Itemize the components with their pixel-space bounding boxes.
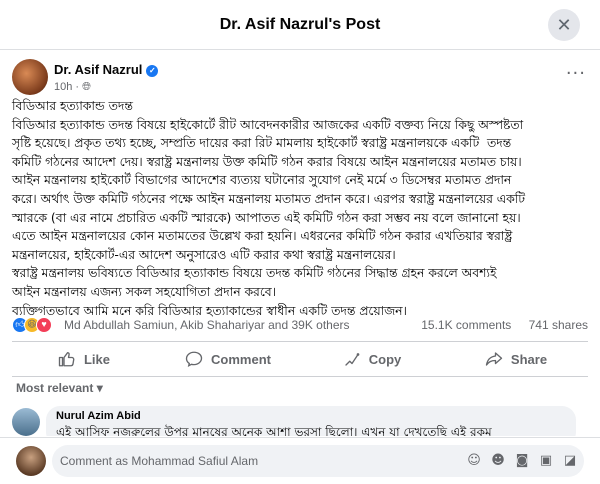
copy-icon [345,353,360,366]
comment-label: Comment [211,351,271,367]
copy-button[interactable]: Copy [300,342,444,376]
modal-header: Dr. Asif Nazrul's Post ✕ [0,0,600,50]
commenter-avatar[interactable] [12,408,40,436]
post-modal: Dr. Asif Nazrul's Post ✕ Dr. Asif Nazrul… [0,0,600,484]
post-scroll-area[interactable]: Dr. Asif Nazrul ✓ 10h · 🌐︎ ··· বিডিআর হত্… [0,51,600,436]
share-button[interactable]: Share [444,342,588,376]
share-icon [485,352,503,366]
share-count[interactable]: 741 shares [529,318,588,332]
post-stats: 15.1K comments 741 shares [407,318,588,332]
comment-text: এই আসিফ নজরুলের উপর মানুষের অনেক আশা ভরস… [56,425,492,436]
love-reaction-icon: ♥ [36,317,52,333]
author-name-text[interactable]: Dr. Asif Nazrul [54,62,142,77]
author-avatar[interactable] [12,59,48,95]
comment-input[interactable]: Comment as Mohammad Safiul Alam ☺ ☻ ◙ ▣ … [52,445,584,477]
copy-label: Copy [368,351,402,367]
comment-bubble: Nurul Azim Abid এই আসিফ নজরুলের উপর মানু… [46,406,576,436]
comment-sort-dropdown[interactable]: Most relevant ▾ [16,381,103,395]
post-actions: Like Comment Copy Share [12,341,588,377]
reaction-icons[interactable]: 👍︎ 😆︎ ♥ [12,317,52,333]
reactions-row: 👍︎ 😆︎ ♥ Md Abdullah Samiun, Akib Shahari… [12,316,588,336]
author-name[interactable]: Dr. Asif Nazrul ✓ [54,62,159,77]
composer-tools: ☺ ☻ ◙ ▣ ◪ [466,453,578,469]
reaction-names[interactable]: Md Abdullah Samiun, Akib Shahariyar and … [64,318,350,332]
like-label: Like [83,351,110,367]
current-user-avatar[interactable] [16,446,46,476]
more-options-icon[interactable]: ··· [566,63,586,84]
verified-badge-icon: ✓ [146,65,159,77]
commenter-name[interactable]: Nurul Azim Abid [56,410,566,422]
comment-placeholder: Comment as Mohammad Safiul Alam [60,454,259,468]
comment-count[interactable]: 15.1K comments [421,318,511,332]
like-button[interactable]: Like [12,342,156,376]
globe-icon: 🌐︎ [82,81,91,93]
sticker-icon[interactable]: ◪ [562,453,578,469]
emoji-icon[interactable]: ☻ [490,453,506,469]
comment-button[interactable]: Comment [156,342,300,376]
post-timestamp[interactable]: 10h · 🌐︎ [54,81,91,94]
close-icon[interactable]: ✕ [548,9,580,41]
like-icon [58,352,75,367]
modal-title: Dr. Asif Nazrul's Post [219,15,381,33]
camera-icon[interactable]: ◙ [514,453,530,469]
comment-icon [185,351,203,368]
comment-composer: Comment as Mohammad Safiul Alam ☺ ☻ ◙ ▣ … [0,437,600,484]
timestamp-text[interactable]: 10h · [54,81,82,93]
gif-icon[interactable]: ▣ [538,453,554,469]
post-author-row: Dr. Asif Nazrul ✓ 10h · 🌐︎ ··· [12,59,588,99]
post-body: বিডিআর হত্যাকান্ড তদন্ত বিডিআর হত্যাকান্… [12,99,525,318]
share-label: Share [510,351,548,367]
avatar-sticker-icon[interactable]: ☺ [466,453,482,469]
